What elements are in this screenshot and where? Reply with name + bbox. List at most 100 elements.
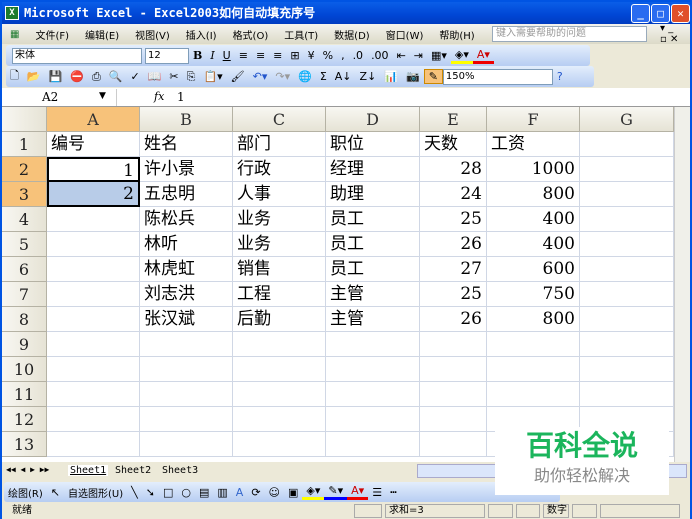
arrow-icon[interactable]: ➘ [142,486,159,499]
cell-A11[interactable] [47,382,140,407]
cell-G10[interactable] [580,357,674,382]
cell-G2[interactable] [580,157,674,182]
cell-C9[interactable] [233,332,326,357]
cell-C13[interactable] [233,432,326,457]
row-header-3[interactable]: 3 [2,182,47,207]
cell-B13[interactable] [140,432,233,457]
print-icon[interactable]: ⎙ [88,70,105,84]
cell-B10[interactable] [140,357,233,382]
formula-input[interactable]: 1 [177,89,185,106]
cell-C7[interactable]: 工程 [233,282,326,307]
redo-icon[interactable]: ↷▾ [271,70,294,83]
cell-B5[interactable]: 林听 [140,232,233,257]
decrease-decimal-icon[interactable]: .00 [367,49,393,62]
help-search-input[interactable]: 键入需要帮助的问题 [492,26,647,42]
underline-button[interactable]: U [219,49,235,62]
cell-E12[interactable] [420,407,487,432]
cell-D1[interactable]: 职位 [326,132,420,157]
cell-D2[interactable]: 经理 [326,157,420,182]
menu-view[interactable]: 视图(V) [127,27,178,42]
font-size-select[interactable]: 12 [145,47,189,64]
format-painter-icon[interactable]: 🖌 [227,70,249,83]
zoom-select[interactable]: 150% [442,68,553,85]
clipart-icon[interactable]: ☺ [265,486,284,499]
spelling-icon[interactable]: ✓ [126,70,143,83]
cell-B1[interactable]: 姓名 [140,132,233,157]
cell-F8[interactable]: 800 [487,307,580,332]
cell-D6[interactable]: 员工 [326,257,420,282]
textbox-icon[interactable]: ▤ [195,486,213,499]
sort-ascending-icon[interactable]: A↓ [331,70,356,83]
close-button[interactable]: ✕ [671,4,690,23]
outdent-icon[interactable]: ⇤ [393,49,410,62]
cell-F7[interactable]: 750 [487,282,580,307]
row-header-4[interactable]: 4 [2,207,47,232]
column-header-B[interactable]: B [140,107,233,132]
menu-data[interactable]: 数据(D) [326,27,378,42]
cell-A12[interactable] [47,407,140,432]
print-preview-icon[interactable]: 🔍 [105,70,127,83]
cell-B9[interactable] [140,332,233,357]
oval-icon[interactable]: ○ [177,486,195,499]
cell-D3[interactable]: 助理 [326,182,420,207]
cell-C4[interactable]: 业务 [233,207,326,232]
drawing-icon[interactable]: ✎ [423,69,443,84]
cell-D13[interactable] [326,432,420,457]
cell-C8[interactable]: 后勤 [233,307,326,332]
draw-menu-button[interactable]: 绘图(R) [4,485,47,500]
row-header-5[interactable]: 5 [2,232,47,257]
cell-E13[interactable] [420,432,487,457]
cell-A10[interactable] [47,357,140,382]
cut-icon[interactable]: ✂ [165,70,182,83]
cell-B4[interactable]: 陈松兵 [140,207,233,232]
cell-C3[interactable]: 人事 [233,182,326,207]
cell-B3[interactable]: 五忠明 [140,182,233,207]
vertical-scrollbar[interactable] [674,107,690,462]
copy-icon[interactable]: ⎘ [183,70,200,84]
sort-descending-icon[interactable]: Z↓ [356,70,381,83]
hyperlink-icon[interactable]: 🌐 [294,70,316,83]
increase-decimal-icon[interactable]: .0 [349,49,368,62]
align-right-icon[interactable]: ≡ [269,49,286,62]
cell-F1[interactable]: 工资 [487,132,580,157]
column-header-A[interactable]: A [47,107,140,132]
cell-B6[interactable]: 林虎虹 [140,257,233,282]
cell-A13[interactable] [47,432,140,457]
menu-edit[interactable]: 编辑(E) [77,27,127,42]
row-header-8[interactable]: 8 [2,307,47,332]
cell-E4[interactable]: 25 [420,207,487,232]
line-icon[interactable]: ╲ [127,486,142,499]
cell-B2[interactable]: 许小景 [140,157,233,182]
cell-D5[interactable]: 员工 [326,232,420,257]
indent-icon[interactable]: ⇥ [410,49,427,62]
cell-A1[interactable]: 编号 [47,132,140,157]
column-header-C[interactable]: C [233,107,326,132]
menu-insert[interactable]: 插入(I) [178,27,225,42]
line-color-icon[interactable]: ✎▾ [324,484,348,500]
cell-A3[interactable]: 2 [47,182,140,207]
cell-C6[interactable]: 销售 [233,257,326,282]
undo-icon[interactable]: ↶▾ [249,70,272,83]
row-header-7[interactable]: 7 [2,282,47,307]
row-header-10[interactable]: 10 [2,357,47,382]
cell-E10[interactable] [420,357,487,382]
cell-E9[interactable] [420,332,487,357]
cell-G5[interactable] [580,232,674,257]
bold-button[interactable]: B [189,49,206,62]
menu-window[interactable]: 窗口(W) [378,27,432,42]
cell-C1[interactable]: 部门 [233,132,326,157]
chart-wizard-icon[interactable]: 📊 [380,70,402,83]
tab-sheet3[interactable]: Sheet3 [162,465,198,476]
row-header-13[interactable]: 13 [2,432,47,457]
cell-D8[interactable]: 主管 [326,307,420,332]
cell-E5[interactable]: 26 [420,232,487,257]
fill-color-icon[interactable]: ◈▾ [450,48,473,64]
cell-F11[interactable] [487,382,580,407]
cell-B12[interactable] [140,407,233,432]
merge-center-icon[interactable]: ⊞ [286,49,303,62]
name-box-dropdown-icon[interactable]: ▼ [99,91,106,101]
camera-icon[interactable]: 📷 [402,70,424,83]
row-header-9[interactable]: 9 [2,332,47,357]
cell-E2[interactable]: 28 [420,157,487,182]
row-header-11[interactable]: 11 [2,382,47,407]
